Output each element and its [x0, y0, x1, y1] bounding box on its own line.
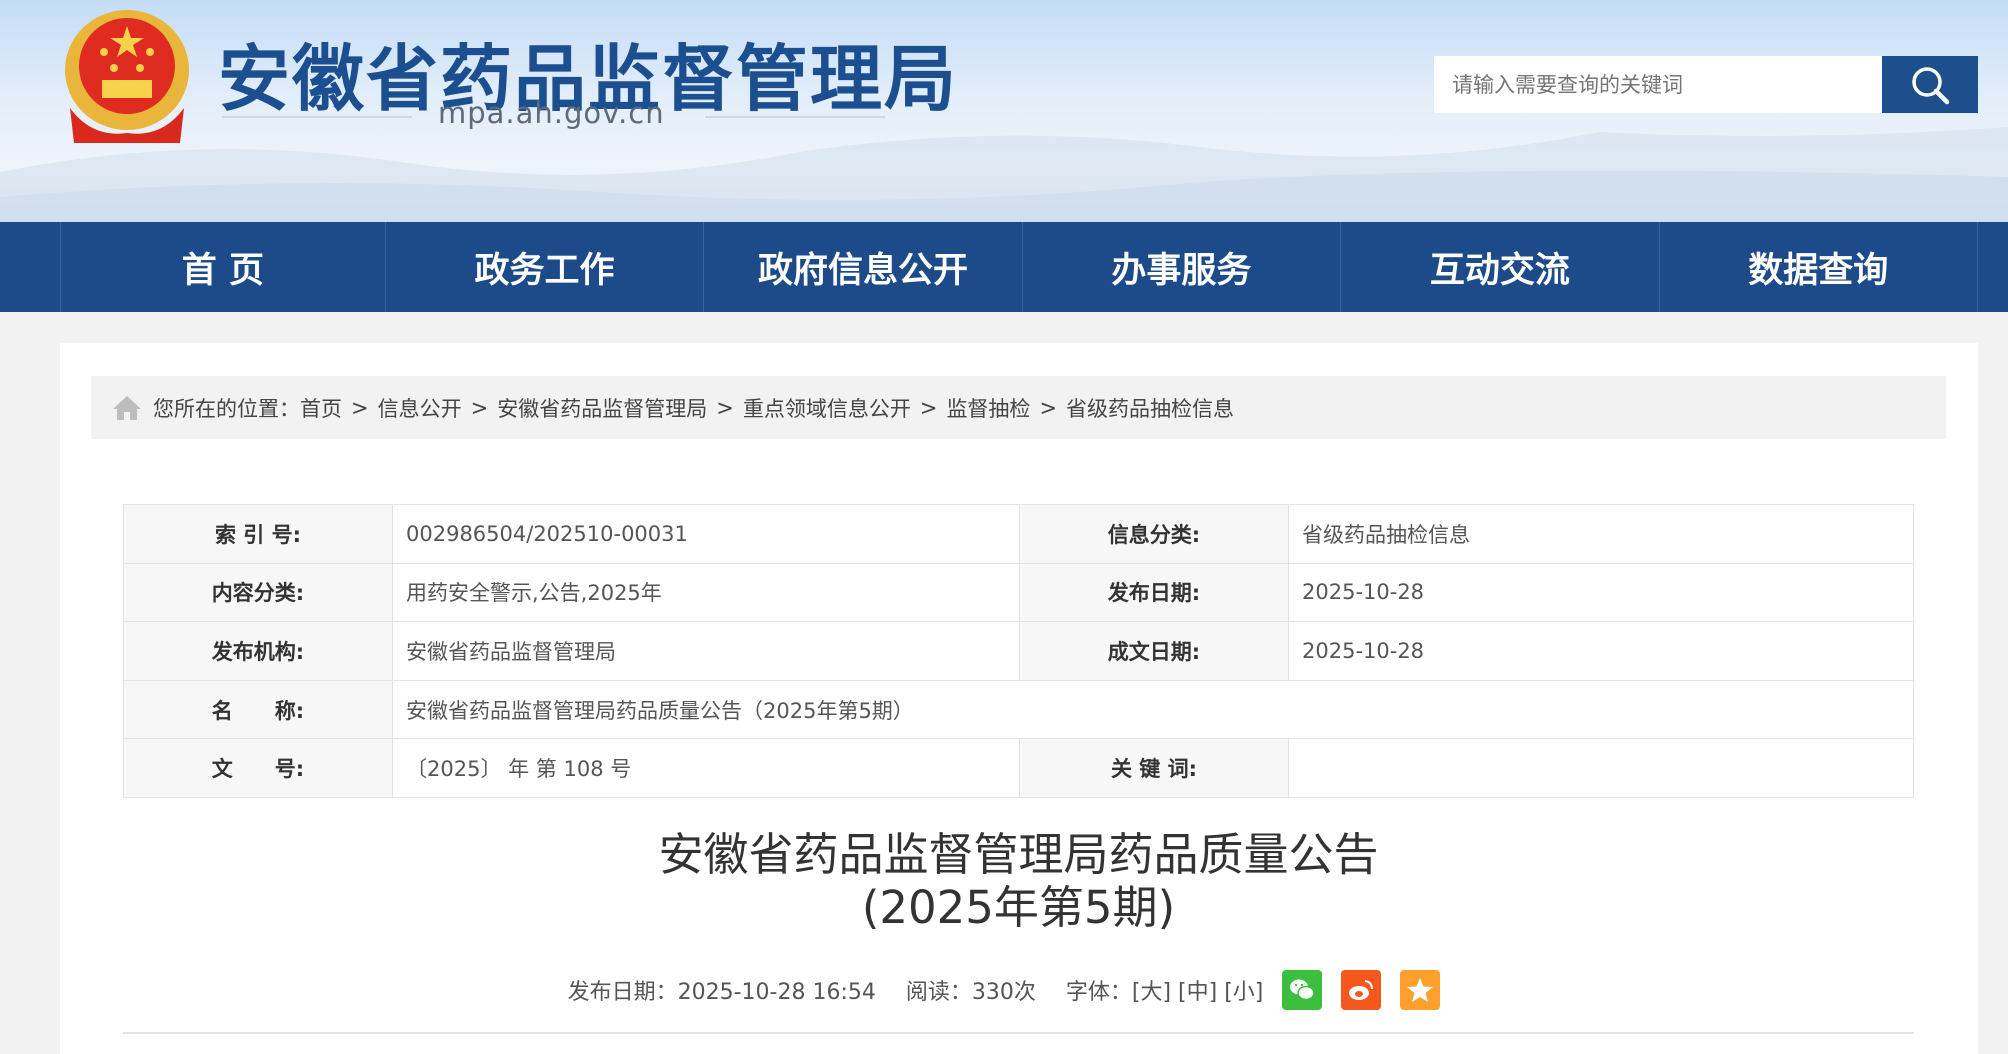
nav-info-disclosure[interactable]: 政府信息公开: [704, 222, 1023, 312]
nav-interaction[interactable]: 互动交流: [1341, 222, 1660, 312]
content-divider: [123, 1032, 1914, 1034]
nav-data-query[interactable]: 数据查询: [1660, 222, 1978, 312]
content-label: 内容分类:: [123, 562, 393, 623]
font-size-label: 字体：: [1065, 980, 1132, 1005]
font-small-button[interactable]: [小]: [1224, 974, 1263, 1006]
font-large-button[interactable]: [大]: [1132, 974, 1171, 1006]
content-value: 用药安全警示,公告,2025年: [392, 562, 1020, 623]
docno-label: 文 号:: [123, 738, 393, 798]
category-value: 省级药品抽检信息: [1288, 504, 1914, 564]
breadcrumb-bureau[interactable]: 安徽省药品监督管理局: [497, 393, 707, 423]
home-icon: [113, 395, 141, 420]
search-icon: [1912, 66, 1950, 104]
keywords-value: [1288, 738, 1914, 798]
breadcrumb: 您所在的位置： 首页 > 信息公开 > 安徽省药品监督管理局 > 重点领域信息公开 > …: [91, 376, 1946, 439]
publish-date: 发布日期：2025-10-28 16:54: [567, 980, 876, 1005]
share-weibo-button[interactable]: [1341, 970, 1382, 1010]
category-label: 信息分类:: [1019, 504, 1289, 564]
main-nav: 首 页 政务工作 政府信息公开 办事服务 互动交流 数据查询: [0, 222, 2008, 312]
breadcrumb-home[interactable]: 首页: [300, 393, 342, 423]
divider-line: [705, 116, 885, 118]
breadcrumb-prefix: 您所在的位置：: [153, 396, 300, 421]
wechat-icon: [1290, 979, 1316, 1001]
table-row: 文 号: 〔2025〕 年 第 108 号 关 键 词:: [123, 738, 1914, 798]
breadcrumb-supervision[interactable]: 监督抽检: [946, 393, 1030, 423]
written-label: 成文日期:: [1019, 621, 1289, 681]
keywords-label: 关 键 词:: [1019, 738, 1289, 798]
nav-services[interactable]: 办事服务: [1023, 222, 1342, 312]
share-wechat-button[interactable]: [1282, 970, 1323, 1010]
nav-home[interactable]: 首 页: [61, 222, 386, 312]
article-title-line2: (2025年第5期): [861, 881, 1176, 934]
read-count: 阅读：330次: [905, 980, 1036, 1005]
search-bar: [1434, 56, 1978, 113]
divider-line: [222, 116, 412, 118]
breadcrumb-separator: >: [351, 395, 369, 420]
breadcrumb-separator: >: [470, 395, 489, 420]
search-input[interactable]: [1434, 56, 1882, 113]
article-info-bar: 发布日期：2025-10-28 16:54 阅读：330次 字体： [大] [中…: [0, 970, 2008, 1010]
index-label: 索 引 号:: [123, 504, 393, 564]
index-value: 002986504/202510-00031: [392, 504, 1020, 564]
table-row: 发布机构: 安徽省药品监督管理局 成文日期: 2025-10-28: [123, 621, 1914, 681]
written-value: 2025-10-28: [1288, 621, 1914, 681]
mountain-background: [0, 127, 2008, 222]
breadcrumb-info-disclosure[interactable]: 信息公开: [378, 393, 462, 423]
table-row: 名 称: 安徽省药品监督管理局药品质量公告（2025年第5期）: [123, 679, 1914, 740]
weibo-icon: [1349, 980, 1374, 1000]
breadcrumb-separator: >: [716, 395, 734, 420]
breadcrumb-provincial-sampling[interactable]: 省级药品抽检信息: [1066, 393, 1234, 423]
site-header: 安徽省药品监督管理局 mpa.ah.gov.cn: [0, 0, 2008, 222]
breadcrumb-separator: >: [1039, 395, 1058, 420]
article-title: 安徽省药品监督管理局药品质量公告 (2025年第5期): [123, 828, 1914, 934]
org-value: 安徽省药品监督管理局: [392, 621, 1020, 681]
site-domain: mpa.ah.gov.cn: [438, 96, 665, 130]
name-value: 安徽省药品监督管理局药品质量公告（2025年第5期）: [392, 679, 1914, 740]
breadcrumb-key-areas[interactable]: 重点领域信息公开: [743, 393, 911, 423]
national-emblem-logo: [65, 10, 189, 143]
table-row: 索 引 号: 002986504/202510-00031 信息分类: 省级药品…: [123, 504, 1914, 564]
pubdate-label: 发布日期:: [1019, 562, 1289, 623]
table-row: 内容分类: 用药安全警示,公告,2025年 发布日期: 2025-10-28: [123, 562, 1914, 623]
qzone-star-icon: [1407, 978, 1434, 1002]
docno-value: 〔2025〕 年 第 108 号: [392, 738, 1020, 798]
pubdate-value: 2025-10-28: [1288, 562, 1914, 623]
share-qzone-button[interactable]: [1400, 970, 1441, 1010]
document-meta-table: 索 引 号: 002986504/202510-00031 信息分类: 省级药品…: [123, 504, 1914, 798]
article-title-line1: 安徽省药品监督管理局药品质量公告: [658, 828, 1379, 881]
breadcrumb-separator: >: [919, 395, 938, 420]
nav-government-work[interactable]: 政务工作: [386, 222, 705, 312]
name-label: 名 称:: [123, 679, 393, 740]
search-button[interactable]: [1882, 56, 1978, 113]
org-label: 发布机构:: [123, 621, 393, 681]
font-medium-button[interactable]: [中]: [1178, 974, 1217, 1006]
